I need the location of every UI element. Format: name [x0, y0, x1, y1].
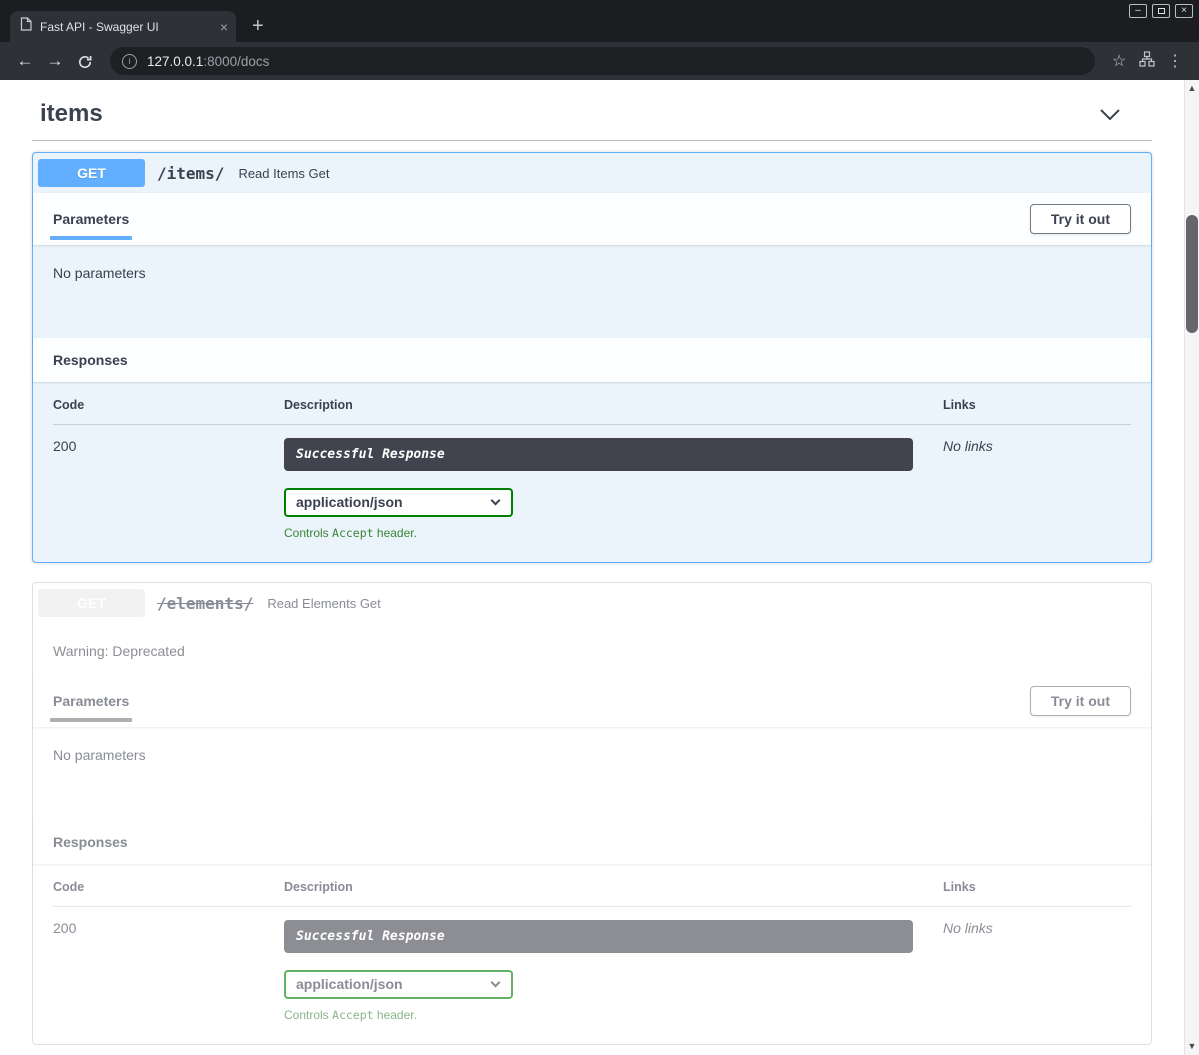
scrollbar-thumb[interactable] — [1186, 215, 1198, 333]
no-parameters-text: No parameters — [33, 245, 1151, 338]
scrollbar[interactable]: ▲ ▼ — [1184, 80, 1199, 1055]
site-info-icon[interactable]: i — [122, 54, 137, 69]
close-button[interactable]: × — [1175, 4, 1193, 18]
tab-tree-icon[interactable] — [1133, 51, 1161, 72]
back-button[interactable]: ← — [10, 51, 40, 71]
page-favicon-icon — [20, 17, 32, 36]
links-column-header: Links — [943, 880, 1131, 894]
bookmark-star-icon[interactable]: ☆ — [1105, 51, 1133, 71]
opblock-summary[interactable]: GET /elements/ Read Elements Get — [33, 583, 1151, 623]
code-column-header: Code — [53, 398, 284, 412]
deprecated-warning: Warning: Deprecated — [33, 623, 1151, 675]
swagger-page: items GET /items/ Read Items Get Paramet… — [0, 80, 1199, 1055]
reload-button[interactable] — [70, 51, 100, 71]
forward-button[interactable]: → — [40, 51, 70, 71]
parameters-header: Parameters Try it out — [33, 193, 1151, 245]
chevron-down-icon[interactable] — [1100, 109, 1120, 120]
operation-path: /items/ — [157, 164, 224, 183]
window-controls: – × — [1129, 4, 1193, 18]
response-code: 200 — [53, 438, 284, 540]
method-badge: GET — [38, 159, 145, 187]
operation-path: /elements/ — [157, 594, 253, 613]
items-section-toggle[interactable]: items — [32, 86, 1152, 141]
links-column-header: Links — [943, 398, 1131, 412]
parameters-header: Parameters Try it out — [33, 675, 1151, 727]
opblock-summary[interactable]: GET /items/ Read Items Get — [33, 153, 1151, 193]
opblock-get-items: GET /items/ Read Items Get Parameters Tr… — [32, 152, 1152, 563]
url-path: :8000/docs — [203, 54, 269, 69]
browser-tab[interactable]: Fast API - Swagger UI × — [10, 11, 236, 42]
parameters-title: Parameters — [53, 211, 129, 227]
reload-icon — [77, 54, 93, 70]
minimize-button[interactable]: – — [1129, 4, 1147, 18]
response-row: 200 Successful Response application/json… — [53, 425, 1131, 540]
response-description: Successful Response — [284, 438, 913, 471]
operation-summary: Read Items Get — [238, 166, 329, 181]
maximize-icon — [1158, 8, 1165, 14]
browser-navbar: ← → i 127.0.0.1:8000/docs ☆ ⋮ — [0, 42, 1199, 80]
method-badge: GET — [38, 589, 145, 617]
section-title: items — [40, 100, 103, 128]
responses-table: Code Description Links 200 Successful Re… — [33, 864, 1151, 1044]
description-column-header: Description — [284, 880, 943, 894]
responses-title: Responses — [53, 834, 128, 850]
select-chevron-icon — [491, 496, 501, 506]
response-description: Successful Response — [284, 920, 913, 953]
media-type-select[interactable]: application/json — [284, 488, 513, 517]
try-it-out-button[interactable]: Try it out — [1030, 686, 1131, 716]
responses-header: Responses — [33, 338, 1151, 382]
scroll-up-arrow-icon[interactable]: ▲ — [1185, 81, 1199, 96]
browser-menu-button[interactable]: ⋮ — [1161, 51, 1189, 71]
url-host: 127.0.0.1 — [147, 54, 203, 69]
responses-table: Code Description Links 200 Successful Re… — [33, 382, 1151, 562]
responses-title: Responses — [53, 352, 128, 368]
parameters-title: Parameters — [53, 693, 129, 709]
address-bar[interactable]: i 127.0.0.1:8000/docs — [110, 47, 1095, 75]
browser-titlebar: Fast API - Swagger UI × + – × — [0, 0, 1199, 42]
new-tab-button[interactable]: + — [252, 16, 264, 36]
accept-header-note: Controls Accept header. — [284, 526, 943, 540]
scroll-down-arrow-icon[interactable]: ▼ — [1185, 1039, 1199, 1054]
tab-title: Fast API - Swagger UI — [40, 20, 212, 34]
response-row: 200 Successful Response application/json… — [53, 907, 1131, 1022]
code-column-header: Code — [53, 880, 284, 894]
media-type-select[interactable]: application/json — [284, 970, 513, 999]
responses-header: Responses — [33, 820, 1151, 864]
links-value: No links — [943, 920, 1131, 1022]
description-column-header: Description — [284, 398, 943, 412]
no-parameters-text: No parameters — [33, 727, 1151, 820]
operation-summary: Read Elements Get — [267, 596, 380, 611]
try-it-out-button[interactable]: Try it out — [1030, 204, 1131, 234]
select-chevron-icon — [491, 978, 501, 988]
maximize-button[interactable] — [1152, 4, 1170, 18]
links-value: No links — [943, 438, 1131, 540]
opblock-get-elements-deprecated: GET /elements/ Read Elements Get Warning… — [32, 582, 1152, 1045]
accept-header-note: Controls Accept header. — [284, 1008, 943, 1022]
response-code: 200 — [53, 920, 284, 1022]
tab-close-icon[interactable]: × — [220, 20, 228, 34]
